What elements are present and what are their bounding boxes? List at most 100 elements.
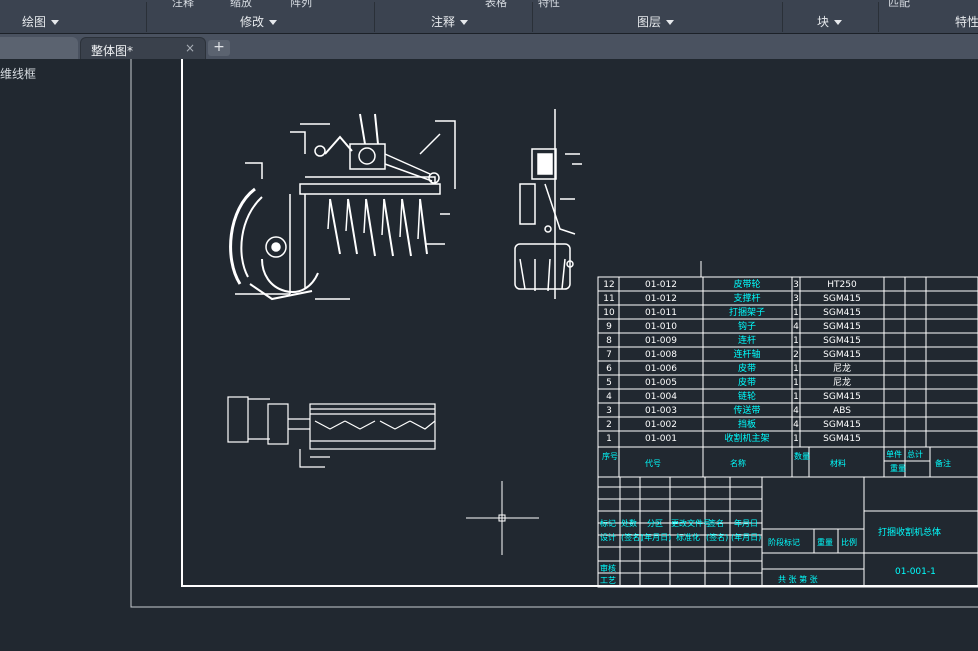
parts-cell: 7 [606, 350, 612, 360]
parts-cell: HT250 [827, 280, 857, 290]
header-unit: 单件 [886, 449, 902, 459]
ribbon-cmd-scale[interactable]: 缩放 [230, 0, 252, 9]
tb-label-mark: 标记 [600, 518, 616, 528]
tab-label: 整体图* [91, 44, 134, 58]
parts-cell: 尼龙 [833, 362, 851, 374]
header-remark: 备注 [935, 458, 951, 468]
parts-cell: 01-012 [645, 294, 677, 304]
parts-cell: 收割机主架 [724, 432, 769, 444]
panel-draw[interactable]: 绘图 [22, 13, 60, 30]
parts-cell: 链轮 [738, 390, 756, 402]
tb-label-design-sign: (签名) [621, 532, 643, 542]
parts-cell: SGM415 [823, 434, 861, 444]
parts-cell: 钩子 [738, 320, 756, 332]
chevron-down-icon [51, 20, 60, 25]
ribbon-cmd-match[interactable]: 匹配 [888, 0, 910, 9]
parts-cell: 3 [793, 294, 799, 304]
parts-cell: 皮带 [738, 362, 756, 374]
parts-cell: 1 [793, 378, 799, 388]
crosshair-cursor [466, 481, 539, 555]
parts-cell: 01-012 [645, 280, 677, 290]
parts-cell: 连杆 [738, 334, 756, 346]
parts-cell: 6 [606, 364, 612, 374]
parts-cell: 01-005 [645, 378, 677, 388]
parts-cell: 01-009 [645, 336, 677, 346]
tb-drawing-number: 01-001-1 [895, 567, 936, 577]
panel-layers[interactable]: 图层 [637, 13, 675, 30]
parts-cell: 皮带轮 [733, 278, 760, 290]
parts-cell: 10 [603, 308, 615, 318]
ribbon-cmd-table[interactable]: 表格 [485, 0, 507, 9]
tb-label-process: 工艺 [600, 576, 616, 585]
parts-cell: 4 [793, 406, 799, 416]
tb-scale: 比例 [841, 537, 857, 547]
drawing-canvas[interactable]: 二维线框 [0, 59, 978, 651]
parts-cell: 01-003 [645, 406, 677, 416]
ribbon-cmd-properties[interactable]: 特性 [538, 0, 560, 9]
tb-label-sign: 签名 [708, 518, 724, 528]
ribbon-cmd-annotate[interactable]: 注释 [172, 0, 194, 9]
parts-cell: 01-006 [645, 364, 677, 374]
parts-cell: ABS [833, 406, 851, 416]
parts-cell: SGM415 [823, 420, 861, 430]
title-block-text: 标记 处数 分区 更改文件号 签名 年月日 设计 (签名) (年月日) 标准化 … [600, 518, 941, 585]
parts-cell: 1 [793, 308, 799, 318]
parts-cell: 3 [793, 280, 799, 290]
tb-label-design: 设计 [600, 532, 616, 542]
tb-stage-mark: 阶段标记 [768, 537, 800, 547]
parts-cell: 01-010 [645, 322, 677, 332]
tb-label-standard-sign: (签名) [706, 532, 728, 542]
drawing-sheet: 12 01-012 皮带轮 3 HT25011 01-012 支撑杆 3 SGM41510 01-… [130, 59, 978, 608]
panel-properties[interactable]: 特性 [955, 13, 978, 30]
parts-cell: 连杆轴 [733, 348, 760, 360]
parts-cell: 1 [793, 392, 799, 402]
parts-cell: 4 [793, 420, 799, 430]
ribbon-cmd-array[interactable]: 阵列 [290, 0, 312, 9]
close-icon[interactable]: × [185, 41, 195, 55]
header-name: 名称 [730, 458, 746, 468]
parts-cell: 1 [793, 434, 799, 444]
parts-cell: 2 [606, 420, 612, 430]
panel-modify[interactable]: 修改 [240, 13, 278, 30]
tb-weight: 重量 [817, 537, 833, 547]
header-total: 总计 [907, 449, 923, 459]
new-tab-button[interactable]: + [208, 40, 230, 56]
parts-cell: 4 [793, 322, 799, 332]
parts-cell: 8 [606, 336, 612, 346]
tb-sheets: 共 张 第 张 [778, 574, 818, 584]
file-tab-bar: 整体图* × + [0, 34, 978, 60]
tab-previous[interactable] [0, 37, 78, 59]
parts-cell: 11 [603, 294, 614, 304]
parts-cell: 9 [606, 322, 612, 332]
tb-label-zone: 分区 [647, 519, 663, 528]
tb-label-design-date: (年月日) [641, 532, 671, 542]
header-weight: 重量 [890, 463, 906, 473]
parts-cell: 01-001 [645, 434, 677, 444]
parts-cell: 01-008 [645, 350, 677, 360]
header-qty: 数量 [794, 451, 810, 461]
parts-cell: 传送带 [733, 404, 760, 416]
parts-cell: 2 [793, 350, 799, 360]
header-material: 材料 [830, 458, 846, 468]
chevron-down-icon [269, 20, 278, 25]
parts-cell: 打捆架子 [729, 306, 765, 318]
chevron-down-icon [834, 20, 843, 25]
panel-block[interactable]: 块 [817, 13, 843, 30]
panel-annotation[interactable]: 注释 [431, 13, 469, 30]
parts-cell: 1 [793, 364, 799, 374]
chevron-down-icon [666, 20, 675, 25]
parts-cell: 5 [606, 378, 612, 388]
parts-cell: 4 [606, 392, 612, 402]
top-view [227, 396, 436, 468]
parts-cell: SGM415 [823, 392, 861, 402]
parts-cell: 挡板 [738, 418, 756, 430]
tab-drawing-active[interactable]: 整体图* × [80, 37, 206, 60]
tb-label-standard-date: (年月日) [731, 532, 761, 542]
tb-label-change: 更改文件号 [671, 518, 711, 528]
chevron-down-icon [460, 20, 469, 25]
parts-cell: SGM415 [823, 336, 861, 346]
parts-cell: 1 [793, 336, 799, 346]
parts-cell: SGM415 [823, 308, 861, 318]
front-view [229, 113, 456, 301]
parts-cell: SGM415 [823, 294, 861, 304]
